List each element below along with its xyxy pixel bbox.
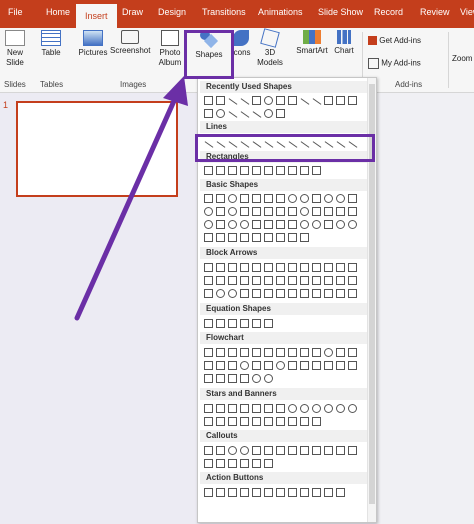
arrow-head (163, 76, 188, 106)
annotation-arrow (74, 76, 188, 321)
arrow-shaft (74, 89, 181, 321)
